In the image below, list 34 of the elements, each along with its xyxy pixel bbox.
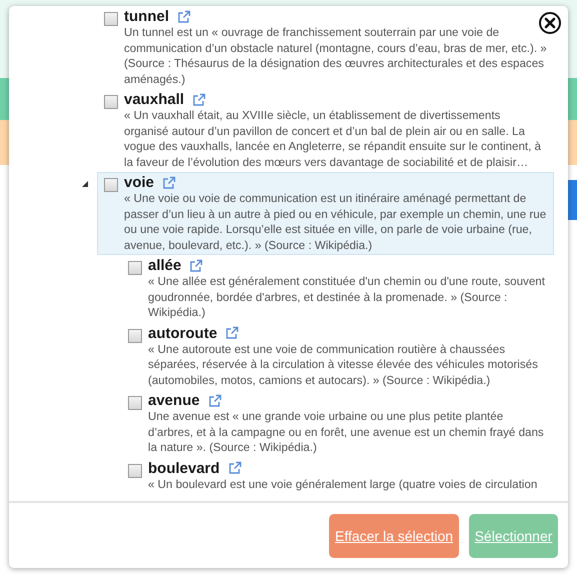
checkbox[interactable] bbox=[128, 328, 142, 342]
checkbox[interactable] bbox=[128, 261, 142, 275]
term-description: « Une allée est généralement constituée d'un chemin ou d'une route, souvent goudronnée, bordée d'arbres, et destinée à la promenade. » (Source : Wikipédia.) bbox=[148, 274, 546, 320]
term-title: voie bbox=[124, 174, 154, 191]
external-link-icon[interactable] bbox=[225, 326, 240, 340]
selected-entry[interactable] bbox=[97, 172, 554, 255]
external-link-icon[interactable] bbox=[189, 258, 204, 272]
checkbox[interactable] bbox=[104, 95, 118, 109]
checkbox[interactable] bbox=[104, 12, 118, 26]
term-title: vauxhall bbox=[124, 91, 184, 108]
close-icon[interactable] bbox=[538, 11, 562, 35]
term-description: « Un vauxhall était, au XVIIIe siècle, un établissement de divertissements organisé autour d’un pavillon de concert et d’un bal de plein air ou en salle. La vogue des vauxhalls, lancée en Angleterre, se répandit ensuite sur le continent, à la faveur de l’évolution des mœurs vers davantage de sociabilité et de plaisir… bbox=[124, 108, 542, 170]
external-link-icon[interactable] bbox=[177, 10, 191, 24]
term-title: autoroute bbox=[148, 324, 218, 342]
expand-toggle-icon[interactable] bbox=[81, 180, 89, 188]
term-description: « Un boulevard est une voie généralement large (quatre voies de circulation bbox=[148, 476, 538, 492]
term-title: tunnel bbox=[124, 8, 169, 25]
external-link-icon[interactable] bbox=[228, 461, 242, 475]
tree-entry[interactable]: allée « Une allée est généralement constituée d'un chemin ou d'une route, souvent goudronnée, bordée d'arbres, et destinée à la promenade. » (Source : Wikipédia.) bbox=[121, 255, 554, 322]
term-description: « Une autoroute est une voie de communication routière à chaussées séparées, réservée à la circulation à vitesse élevée des véhicules motorisés (automobiles, motos, camions et autocars). » (Source : Wikipédia.) bbox=[148, 342, 539, 388]
term-title: boulevard bbox=[148, 460, 220, 476]
checkbox[interactable] bbox=[104, 178, 118, 192]
checkbox[interactable] bbox=[128, 396, 142, 410]
term-title: avenue bbox=[148, 392, 200, 409]
checkbox[interactable] bbox=[128, 464, 142, 478]
external-link-icon[interactable] bbox=[192, 92, 206, 106]
term-title: allée bbox=[148, 257, 182, 274]
tree-entry[interactable]: avenue Une avenue est « une grande voie urbaine ou une plus petite plantée d’arbres, et à la campagne ou en forêt, une avenue est un chemin frayé dans la nature ». (Source : Wikipédia.) bbox=[121, 390, 554, 458]
external-link-icon[interactable] bbox=[162, 176, 176, 190]
tree-entry[interactable]: boulevard « Un boulevard est une voie généralement large (quatre voies de circulation bbox=[121, 458, 554, 494]
term-description: « Une voie ou voie de communication est un itinéraire aménagé permettant de passer d’un lieu à un autre à pied ou en véhicule, par exemple un chemin, une rue ou une voie rapide. Lorsqu’elle est située en ville, on parle de voie urbaine (rue, avenue, boulevard, etc.). » (Source : Wikipédia.) bbox=[124, 191, 547, 253]
external-link-icon[interactable] bbox=[208, 394, 222, 408]
term-description: Une avenue est « une grande voie urbaine ou une plus petite plantée d’arbres, et à la campagne ou en forêt, une avenue est un chemin frayé dans la nature ». (Source : Wikipédia.) bbox=[148, 409, 545, 456]
term-description: Un tunnel est un « ouvrage de franchissement souterrain par une voie de communication d’un obstacle naturel (montagne, cours d’eau, bras de mer, etc.). » (Source : Thésaurus de la désignation des œuvres architecturales et des espaces aménagés.) bbox=[124, 25, 547, 87]
